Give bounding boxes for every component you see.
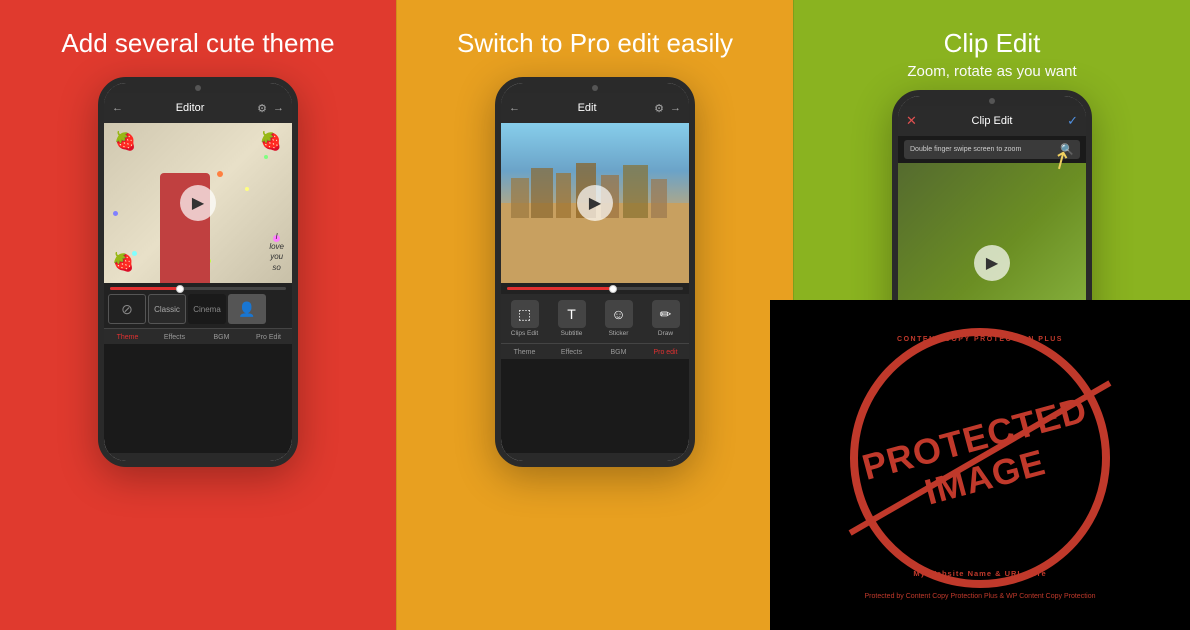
settings-icon-2: ⚙ (654, 102, 664, 115)
clip-edit-header-3: ✕ Clip Edit ✓ (898, 106, 1086, 136)
draw-label: Draw (658, 330, 673, 337)
zoom-hint-text-3: Double finger swipe screen to zoom (910, 146, 1021, 153)
progress-thumb-1[interactable] (176, 285, 184, 293)
tab-bgm-2[interactable]: BGM (595, 344, 642, 359)
progress-thumb-2[interactable] (609, 285, 617, 293)
stamp-main-text: PROTECTED IMAGE (852, 388, 1108, 528)
stamp-subtitle-text: Protected by Content Copy Protection Plu… (865, 592, 1096, 602)
tab-bgm-label-1: BGM (214, 334, 230, 341)
panel-2-title: Switch to Pro edit easily (457, 28, 733, 59)
clip-edit-title-3: Clip Edit (972, 115, 1013, 127)
subtitle-icon: T (558, 300, 586, 328)
stamp-arc-bottom-text: My Website Name & URL Here (850, 569, 1110, 578)
phone-bottom-2 (501, 453, 689, 461)
pro-edit-bar-2: ⬚ Clips Edit T Subtitle ☺ Sticker ✏ Draw (501, 294, 689, 343)
cinema-label-1: Cinema (193, 305, 221, 314)
stamp-arc-top-text: CONTENT COPY PROTECTION PLUS (850, 336, 1110, 343)
subtitle-label: Subtitle (561, 330, 583, 337)
phone-speaker-3 (989, 98, 995, 104)
video-area-2: ▶ (501, 123, 689, 283)
thumb-classic-1[interactable]: Classic (148, 294, 186, 324)
tab-bar-1: Theme Effects BGM Pro Edit (104, 328, 292, 344)
video-area-1: Iloveyouso 🍓 🍓 🍓 ▶ (104, 123, 292, 283)
phone-2: ← Edit ⚙ → (495, 77, 695, 467)
tab-proedit-2[interactable]: Pro edit (642, 344, 689, 359)
phone-body-2: ← Edit ⚙ → (495, 77, 695, 467)
play-icon-1[interactable]: ▶ (180, 185, 216, 221)
thumb-cinema-1[interactable]: Cinema (188, 294, 226, 324)
screen-title-1: Editor (176, 102, 205, 114)
phone-screen-2: ← Edit ⚙ → (501, 93, 689, 453)
tab-bgm-label-2: BGM (611, 349, 627, 356)
tab-theme-1[interactable]: Theme (104, 329, 151, 344)
phone-1: ← Editor ⚙ → (98, 77, 298, 467)
sticker-label: Sticker (609, 330, 629, 337)
phone-topbar-3 (898, 96, 1086, 106)
panel-1: Add several cute theme ← Editor ⚙ → (0, 0, 396, 630)
play-icon-2[interactable]: ▶ (577, 185, 613, 221)
panel-1-title: Add several cute theme (61, 28, 334, 59)
tab-proedit-label-1: Pro Edit (256, 334, 281, 341)
screen-title-2: Edit (578, 102, 597, 114)
panel-2: Switch to Pro edit easily ← Edit ⚙ → (396, 0, 793, 630)
tab-proedit-label-2: Pro edit (653, 349, 677, 356)
stamp-container: PROTECTED IMAGE CONTENT COPY PROTECTION … (850, 328, 1110, 588)
panel-3-title: Clip Edit (944, 28, 1041, 59)
tab-bgm-1[interactable]: BGM (198, 329, 245, 344)
tab-effects-1[interactable]: Effects (151, 329, 198, 344)
protected-overlay: PROTECTED IMAGE CONTENT COPY PROTECTION … (770, 300, 1190, 630)
tab-effects-2[interactable]: Effects (548, 344, 595, 359)
sticker-icon: ☺ (605, 300, 633, 328)
classic-label-1: Classic (154, 305, 180, 314)
close-btn-3[interactable]: ✕ (906, 113, 917, 129)
forward-icon-1: → (273, 102, 284, 114)
tab-bar-2: Theme Effects BGM Pro edit (501, 343, 689, 359)
progress-fill-2 (507, 287, 613, 290)
progress-area-2 (501, 283, 689, 294)
phone-topbar-1 (104, 83, 292, 93)
play-btn-1[interactable]: ▶ (104, 123, 292, 283)
tab-theme-2[interactable]: Theme (501, 344, 548, 359)
tab-theme-label-1: Theme (117, 334, 139, 341)
none-icon-1: ⊘ (121, 301, 133, 318)
tab-theme-label-2: Theme (514, 349, 536, 356)
pro-btn-draw[interactable]: ✏ Draw (652, 300, 680, 337)
panel-3-subtitle: Zoom, rotate as you want (907, 63, 1076, 80)
header-icons-2: ⚙ → (654, 102, 681, 115)
pro-btn-clips-edit[interactable]: ⬚ Clips Edit (511, 300, 539, 337)
clips-edit-label: Clips Edit (511, 330, 538, 337)
tab-effects-label-2: Effects (561, 349, 582, 356)
check-btn-3[interactable]: ✓ (1067, 113, 1078, 129)
progress-area-1 (104, 283, 292, 294)
progress-track-1 (110, 287, 286, 290)
tab-effects-label-1: Effects (164, 334, 185, 341)
progress-fill-1 (110, 287, 180, 290)
phone-screen-1: ← Editor ⚙ → (104, 93, 292, 453)
settings-icon-1: ⚙ (257, 102, 267, 115)
screen-header-1: ← Editor ⚙ → (104, 93, 292, 123)
back-icon-2: ← (509, 102, 520, 114)
pro-btn-subtitle[interactable]: T Subtitle (558, 300, 586, 337)
phone-speaker-2 (592, 85, 598, 91)
phone-topbar-2 (501, 83, 689, 93)
draw-icon: ✏ (652, 300, 680, 328)
phone-body-1: ← Editor ⚙ → (98, 77, 298, 467)
play-btn-2[interactable]: ▶ (501, 123, 689, 283)
screen-header-2: ← Edit ⚙ → (501, 93, 689, 123)
forward-icon-2: → (670, 102, 681, 114)
pro-btn-sticker[interactable]: ☺ Sticker (605, 300, 633, 337)
thumb-none-1[interactable]: ⊘ (108, 294, 146, 324)
phone-bottom-1 (104, 453, 292, 461)
play-icon-3[interactable]: ▶ (974, 245, 1010, 281)
back-icon-1: ← (112, 102, 123, 114)
thumb-person-1[interactable]: 👤 (228, 294, 266, 324)
phone-speaker-1 (195, 85, 201, 91)
clips-edit-icon: ⬚ (511, 300, 539, 328)
person-icon-1: 👤 (238, 301, 255, 318)
tab-proedit-1[interactable]: Pro Edit (245, 329, 292, 344)
thumbnails-row-1: ⊘ Classic Cinema 👤 (104, 294, 292, 328)
progress-track-2 (507, 287, 683, 290)
header-icons-1: ⚙ → (257, 102, 284, 115)
